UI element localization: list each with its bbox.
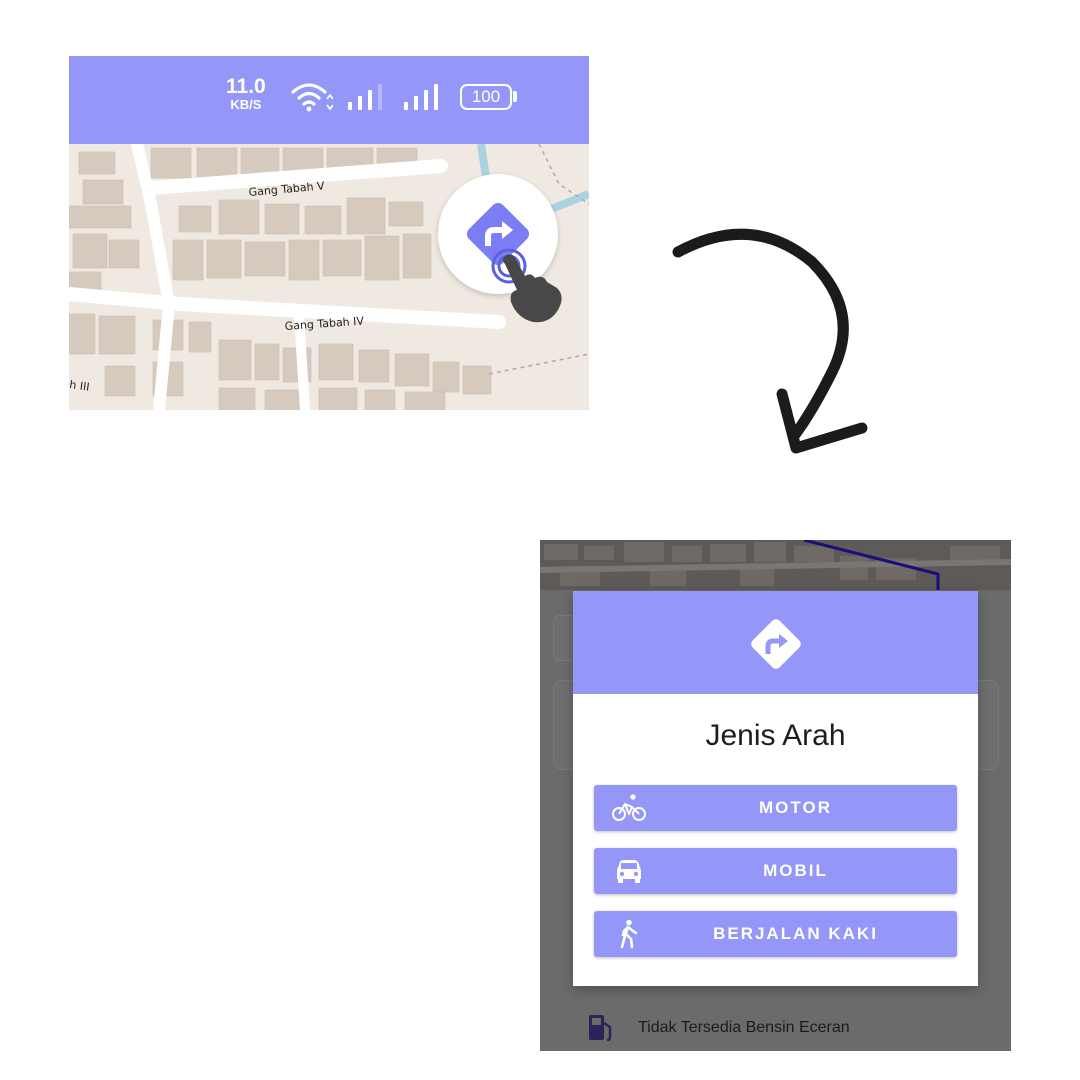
hand-pointer-icon <box>491 248 562 323</box>
fuel-info-text: Tidak Tersedia Bensin Eceran <box>638 1019 850 1036</box>
dialog-header <box>573 591 978 694</box>
route-type-screen: Tidak Tersedia Bensin Eceran Jenis Arah … <box>540 540 1011 1051</box>
curved-arrow-icon <box>672 228 868 454</box>
fuel-pump-icon <box>589 1015 612 1042</box>
network-speed: 11.0 KB/S <box>226 76 266 111</box>
fuel-info-row: Tidak Tersedia Bensin Eceran <box>586 1013 850 1043</box>
option-berjalan-kaki-button[interactable]: BERJALAN KAKI <box>594 911 957 957</box>
speed-value: 11.0 <box>226 75 266 98</box>
option-mobil-label: MOBIL <box>763 861 828 880</box>
signal-icon <box>404 84 438 110</box>
signal-icon <box>348 84 382 110</box>
option-motor-label: MOTOR <box>759 798 832 817</box>
turn-right-diamond-icon <box>751 619 801 669</box>
speed-unit: KB/S <box>230 97 262 112</box>
option-mobil-button[interactable]: MOBIL <box>594 848 957 894</box>
option-motor-button[interactable]: MOTOR <box>594 785 957 831</box>
map-view-dimmed <box>540 540 1011 590</box>
battery-indicator: 100 <box>460 84 512 110</box>
wifi-icon <box>291 83 333 112</box>
map-screen: 11.0 KB/S 100 Gang Tabah V Gang Tabah IV… <box>69 56 589 410</box>
route-type-dialog: Jenis Arah MOTOR MOBIL BERJALAN KAKI <box>573 591 978 986</box>
dialog-title: Jenis Arah <box>705 719 846 752</box>
battery-tip <box>513 91 517 102</box>
road-label-tabah-iii: h III <box>69 378 90 394</box>
option-berjalan-kaki-label: BERJALAN KAKI <box>713 924 878 943</box>
status-bar: 11.0 KB/S 100 <box>69 56 589 144</box>
